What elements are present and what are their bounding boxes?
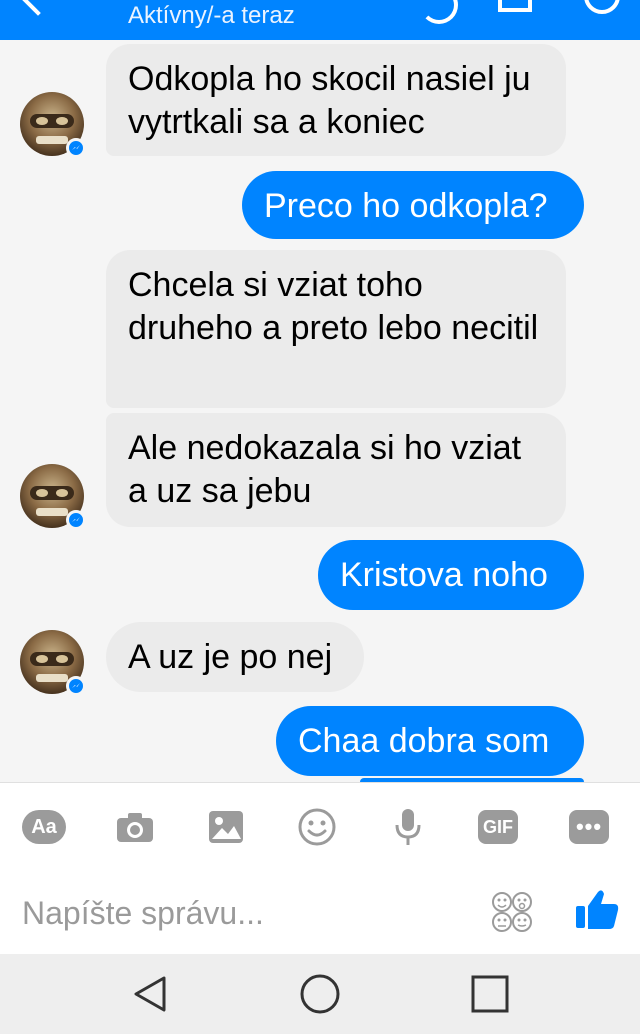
incoming-message[interactable]: Odkopla ho skocil nasiel ju vytrtkali sa… [106,44,566,156]
back-arrow-icon[interactable] [18,0,58,16]
back-triangle-icon[interactable] [126,970,174,1018]
messenger-badge-icon [66,138,86,158]
image-icon[interactable] [204,805,248,849]
contact-avatar[interactable] [20,464,86,530]
messenger-badge-icon [66,510,86,530]
more-icon[interactable]: ••• [569,810,609,844]
active-status: Aktívny/-a teraz [128,2,295,29]
messenger-badge-icon [66,676,86,696]
chat-header: Aktívny/-a teraz [0,0,640,40]
microphone-icon[interactable] [386,805,430,849]
incoming-message[interactable]: A uz je po nej [106,622,364,692]
contact-avatar[interactable] [20,92,86,158]
message-input[interactable] [20,888,464,938]
outgoing-message[interactable]: Chaa dobra som [276,706,584,776]
stickers-icon[interactable] [490,890,534,934]
outgoing-message[interactable]: Kristova noho [318,540,584,610]
like-thumb-icon[interactable] [574,886,620,932]
outgoing-message[interactable]: Preco ho odkopla? [242,171,584,239]
gif-icon[interactable]: GIF [478,810,518,844]
composer [0,870,640,954]
camera-icon[interactable] [113,805,157,849]
phone-call-icon[interactable] [420,0,458,24]
info-icon[interactable] [584,0,620,14]
incoming-message[interactable]: Ale nedokazala si ho vziat a uz sa jebu [106,413,566,527]
recents-square-icon[interactable] [466,970,514,1018]
emoji-icon[interactable] [295,805,339,849]
aa-icon[interactable]: Aa [22,810,66,844]
video-call-icon[interactable] [498,0,532,12]
composer-toolbar: Aa GIF ••• [0,782,640,871]
android-nav-bar [0,954,640,1034]
message-list[interactable]: Odkopla ho skocil nasiel ju vytrtkali sa… [0,40,640,782]
incoming-message[interactable]: Chcela si vziat toho druheho a preto leb… [106,250,566,408]
contact-avatar[interactable] [20,630,86,696]
home-circle-icon[interactable] [296,970,344,1018]
